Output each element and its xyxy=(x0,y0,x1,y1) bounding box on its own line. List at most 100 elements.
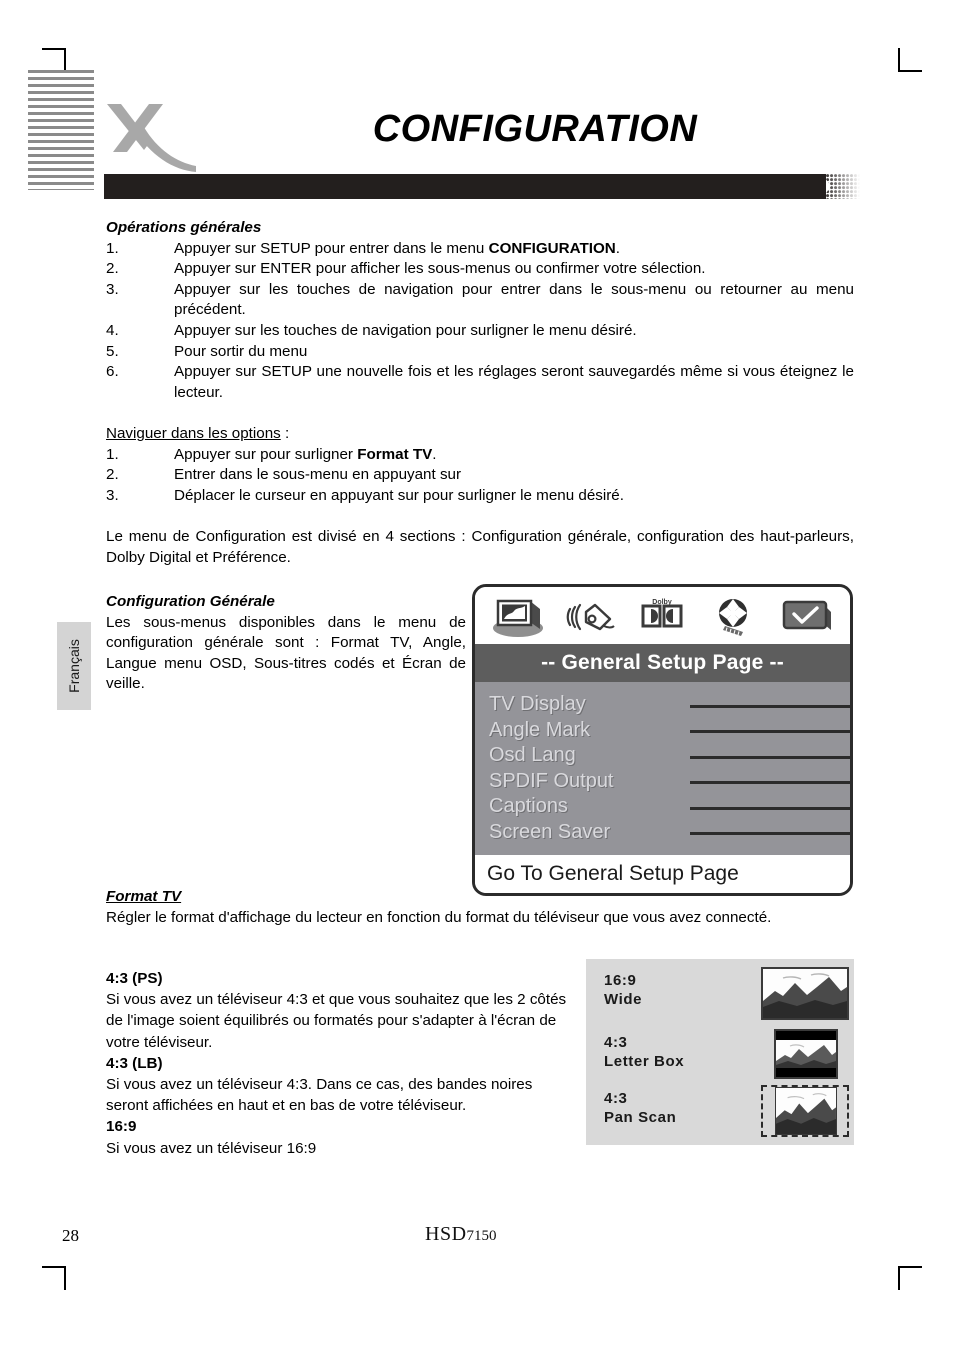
list-text: Appuyer sur SETUP pour entrer dans le me… xyxy=(174,239,489,257)
aspect-thumb-wide xyxy=(761,967,849,1020)
list-item: 4. Appuyer sur les touches de navigation … xyxy=(106,321,854,342)
aspect-ratio-value: 4:3 xyxy=(604,1090,628,1107)
osd-menu-item-angle-mark[interactable]: Angle Mark xyxy=(475,718,850,744)
osd-menu-item-label: Captions xyxy=(489,795,568,818)
osd-menu-item-label: Angle Mark xyxy=(489,718,591,741)
aspect-row-wide: 16:9 Wide xyxy=(586,967,854,1029)
model-number-text: 7150 xyxy=(466,1228,497,1244)
aspect-mode-value: Pan Scan xyxy=(604,1109,677,1126)
list-text: Entrer dans le sous-menu en appuyant sur xyxy=(174,466,462,484)
aspect-row-label: 4:3 Letter Box xyxy=(604,1033,684,1071)
osd-menu-value-rule xyxy=(690,832,850,836)
crop-mark-bottom-right xyxy=(898,1266,922,1290)
osd-menu-value-rule xyxy=(690,755,850,759)
intro-paragraph: Le menu de Configuration est divisé en 4… xyxy=(106,527,854,566)
aspect-row-letterbox: 4:3 Letter Box xyxy=(586,1029,854,1091)
page-number: 28 xyxy=(62,1226,79,1245)
list-number: 2. xyxy=(106,260,119,278)
general-operations-list: 1. Appuyer sur SETUP pour entrer dans le … xyxy=(106,239,854,404)
heading-navigate-options-suffix: : xyxy=(280,424,290,442)
osd-menu-item-label: SPDIF Output xyxy=(489,769,614,792)
list-text-bold: CONFIGURATION xyxy=(488,239,616,257)
heading-config-generale: Configuration Générale xyxy=(106,593,275,610)
aspect-thumb-letterbox xyxy=(774,1029,838,1079)
list-number: 3. xyxy=(106,280,119,298)
list-number: 3. xyxy=(106,486,119,504)
config-generale-block: Configuration Générale Les sous-menus di… xyxy=(106,592,466,695)
model-mark: HSD7150 xyxy=(425,1223,497,1246)
list-number: 1. xyxy=(106,445,119,463)
osd-menu-item-screen-saver[interactable]: Screen Saver xyxy=(475,820,850,846)
list-number: 5. xyxy=(106,342,119,360)
list-item: 2. Entrer dans le sous-menu en appuyant s… xyxy=(106,465,854,486)
list-text-tail: . xyxy=(615,239,620,257)
osd-menu-value-rule xyxy=(690,781,850,785)
osd-menu-item-osd-lang[interactable]: Osd Lang xyxy=(475,743,850,769)
list-text-bold: Format TV xyxy=(357,445,433,463)
aspect-mode-value: Wide xyxy=(604,991,643,1008)
osd-menu-item-label: TV Display xyxy=(489,693,586,716)
list-text: Appuyer sur ENTER pour afficher les sous… xyxy=(174,260,706,278)
list-item: 2. Appuyer sur ENTER pour afficher les so… xyxy=(106,259,854,280)
list-number: 2. xyxy=(106,466,119,484)
osd-menu-list: TV Display Angle Mark Osd Lang SPDIF Out… xyxy=(475,682,850,855)
language-tab-label: Français xyxy=(66,639,82,693)
osd-menu-item-label: Screen Saver xyxy=(489,820,611,843)
osd-menu-value-rule xyxy=(690,704,850,708)
language-tab: Français xyxy=(57,622,91,710)
osd-menu-value-rule xyxy=(690,806,850,810)
brand-logo-x-icon xyxy=(103,100,198,178)
registration-stripes xyxy=(28,70,94,190)
navigate-options-list: 1. Appuyer sur pour surligner Format TV. … xyxy=(106,445,854,507)
heading-format-tv: Format TV xyxy=(106,888,182,905)
list-number: 4. xyxy=(106,321,119,339)
picture-icon[interactable] xyxy=(490,592,548,640)
osd-menu-item-label: Osd Lang xyxy=(489,744,576,767)
dolby-icon[interactable]: Dolby xyxy=(633,592,691,640)
heading-general-operations: Opérations générales xyxy=(106,219,262,236)
list-item: 3. Déplacer le curseur en appuyant sur po… xyxy=(106,486,854,507)
disc-icon[interactable] xyxy=(705,592,763,640)
osd-menu-item-tv-display[interactable]: TV Display xyxy=(475,692,850,718)
heading-navigate-options-label: Naviguer dans les options xyxy=(106,424,281,442)
list-item: 1. Appuyer sur SETUP pour entrer dans le … xyxy=(106,239,854,260)
speaker-icon[interactable] xyxy=(562,592,620,640)
list-item: 3. Appuyer sur les touches de navigation … xyxy=(106,280,854,321)
main-instructions-block: Opérations générales 1. Appuyer sur SETUP… xyxy=(106,218,854,568)
list-number: 6. xyxy=(106,363,119,381)
list-text: Déplacer le curseur en appuyant sur pour… xyxy=(174,486,624,504)
check-icon[interactable] xyxy=(777,592,835,640)
aspect-thumb-panscan xyxy=(761,1085,849,1137)
aspect-ratio-value: 16:9 xyxy=(604,972,637,989)
list-text: Pour sortir du menu xyxy=(174,342,308,360)
crop-mark-top-right xyxy=(898,48,922,72)
heading-aspect-169: 16:9 xyxy=(106,1118,137,1136)
format-tv-paragraph: Régler le format d'affichage du lecteur … xyxy=(106,908,772,926)
heading-navigate-options: Naviguer dans les options : xyxy=(106,424,854,445)
list-item: 1. Appuyer sur pour surligner Format TV. xyxy=(106,445,854,466)
osd-menu-item-spdif-output[interactable]: SPDIF Output xyxy=(475,769,850,795)
model-mark-text: HSD xyxy=(425,1223,467,1245)
aspect-row-panscan: 4:3 Pan Scan xyxy=(586,1085,854,1147)
osd-menu-value-rule xyxy=(690,730,850,734)
list-text: Appuyer sur les touches de navigation po… xyxy=(174,280,854,319)
format-tv-block: Format TV Régler le format d'affichage d… xyxy=(106,887,854,928)
aspect-ratio-diagram: 16:9 Wide 4:3 Letter Box 4:3 Pan Scan xyxy=(586,959,854,1145)
aspect-lb-text: Si vous avez un téléviseur 4:3. Dans ce … xyxy=(106,1076,533,1115)
heading-aspect-ps: 4:3 (PS) xyxy=(106,970,163,987)
osd-general-setup-screen: Dolby -- General Setup Page -- TV Displa… xyxy=(472,584,853,896)
letterbox-black-bar-bottom xyxy=(776,1068,836,1077)
list-text: Appuyer sur pour surligner xyxy=(174,445,358,463)
page-title: CONFIGURATION xyxy=(372,108,698,150)
osd-menu-item-captions[interactable]: Captions xyxy=(475,794,850,820)
osd-page-title: -- General Setup Page -- xyxy=(475,644,850,682)
header-rule-bar xyxy=(104,174,826,199)
aspect-ratio-value: 4:3 xyxy=(604,1034,628,1051)
aspect-row-label: 16:9 Wide xyxy=(604,971,642,1009)
crop-mark-bottom-left xyxy=(42,1266,66,1290)
aspect-mode-value: Letter Box xyxy=(604,1053,685,1070)
letterbox-black-bar-top xyxy=(776,1031,836,1040)
crop-mark-top-left xyxy=(42,48,66,72)
aspect-169-text: Si vous avez un téléviseur 16:9 xyxy=(106,1139,317,1157)
header-halftone-fade xyxy=(822,174,860,199)
